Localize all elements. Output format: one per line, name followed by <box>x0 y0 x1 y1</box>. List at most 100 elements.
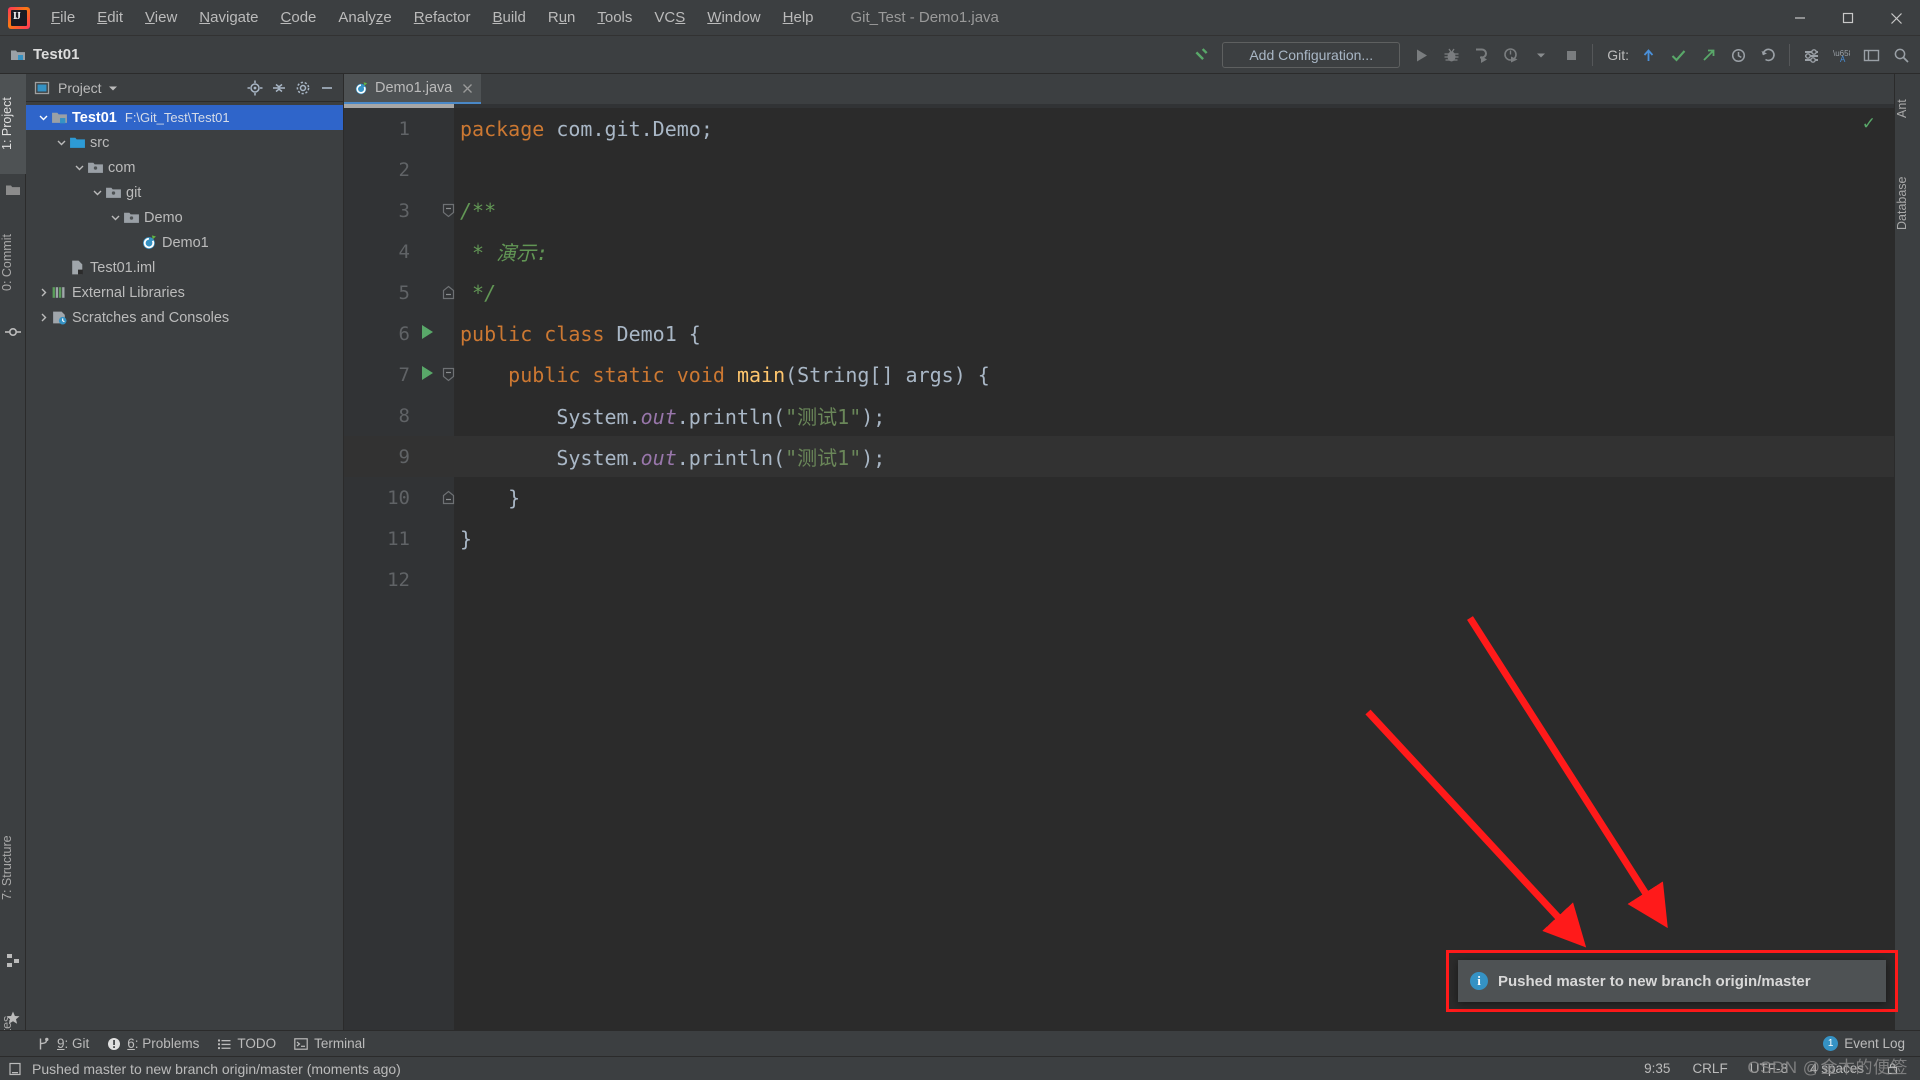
chevron-down-icon[interactable] <box>90 187 104 198</box>
tree-node-scratches-and-consoles[interactable]: Scratches and Consoles <box>26 305 343 330</box>
fold-collapse-icon[interactable] <box>442 367 455 382</box>
line-number: 8 <box>398 404 410 427</box>
code-text: public static void main(String[] args) { <box>508 362 990 387</box>
tab-demo1-java[interactable]: Demo1.java <box>344 74 482 104</box>
code-line[interactable]: 8 System.out.println("测试1"); <box>344 395 1894 436</box>
sidebar-item-project[interactable]: 1: Project <box>0 74 26 174</box>
tree-node-test01[interactable]: Test01 F:\Git_Test\Test01 <box>26 105 343 130</box>
inspection-status-ok[interactable]: ✓ <box>1862 114 1876 134</box>
hammer-icon[interactable] <box>1186 40 1216 70</box>
chevron-right-icon[interactable] <box>36 312 50 323</box>
update-project-icon[interactable] <box>1633 40 1663 70</box>
chevron-down-icon[interactable] <box>1526 40 1556 70</box>
tree-node-com[interactable]: com <box>26 155 343 180</box>
debug-icon[interactable] <box>1436 40 1466 70</box>
code-line[interactable]: 7 public static void main(String[] args)… <box>344 354 1894 395</box>
tree-node-demo1[interactable]: Demo1 <box>26 230 343 255</box>
chevron-down-icon[interactable] <box>72 162 86 173</box>
status-message[interactable]: Pushed master to new branch origin/maste… <box>32 1061 401 1077</box>
chevron-down-icon[interactable] <box>108 212 122 223</box>
menu-item-edit[interactable]: Edit <box>86 0 134 36</box>
stop-icon[interactable] <box>1556 40 1586 70</box>
event-log-button[interactable]: 1 Event Log <box>1814 1036 1914 1051</box>
code-line[interactable]: 3 /** <box>344 190 1894 231</box>
code-line[interactable]: 5 */ <box>344 272 1894 313</box>
chevron-down-icon[interactable] <box>36 112 50 123</box>
tool-window-todo[interactable]: TODO <box>208 1031 285 1057</box>
translate-icon[interactable]: \u6587 A <box>1826 40 1856 70</box>
minimize-button[interactable] <box>1776 0 1824 36</box>
run-icon[interactable] <box>1406 40 1436 70</box>
locate-icon[interactable] <box>243 76 267 100</box>
menu-item-run[interactable]: Run <box>537 0 587 36</box>
gutter-marks <box>416 477 455 518</box>
code-editor[interactable]: 1 package com.git.Demo; 2 3/** 4 * 演示: 5 */6 p… <box>344 104 1894 1032</box>
tool-window-git[interactable]: 9: Git <box>28 1031 98 1057</box>
menu-item-build[interactable]: Build <box>481 0 536 36</box>
menu-item-view[interactable]: View <box>134 0 188 36</box>
sidebar-item-commit[interactable]: 0: Commit <box>0 214 26 312</box>
code-line[interactable]: 9 System.out.println("测试1"); <box>344 436 1894 477</box>
status-line-separator[interactable]: CRLF <box>1681 1061 1738 1076</box>
code-line[interactable]: 1 package com.git.Demo; <box>344 108 1894 149</box>
chevron-right-icon[interactable] <box>36 287 50 298</box>
tree-node-demo[interactable]: Demo <box>26 205 343 230</box>
package-icon <box>122 209 140 226</box>
tree-node-external-libraries[interactable]: External Libraries <box>26 280 343 305</box>
close-icon[interactable] <box>462 83 473 94</box>
hide-panel-icon[interactable] <box>315 76 339 100</box>
search-icon[interactable] <box>1886 40 1916 70</box>
menu-item-analyze[interactable]: Analyze <box>327 0 402 36</box>
history-icon[interactable] <box>1723 40 1753 70</box>
fold-end-icon[interactable] <box>442 285 455 300</box>
tree-node-label: Test01 <box>72 109 117 126</box>
close-button[interactable] <box>1872 0 1920 36</box>
gear-icon[interactable] <box>291 76 315 100</box>
memory-icon[interactable] <box>8 1062 22 1076</box>
code-line[interactable]: 12 <box>344 559 1894 600</box>
settings-icon[interactable] <box>1796 40 1826 70</box>
notification-balloon[interactable]: i Pushed master to new branch origin/mas… <box>1458 960 1886 1002</box>
tree-node-src[interactable]: src <box>26 130 343 155</box>
commit-icon[interactable] <box>1663 40 1693 70</box>
menu-item-file[interactable]: File <box>40 0 86 36</box>
code-line[interactable]: 2 <box>344 149 1894 190</box>
run-gutter-icon[interactable] <box>422 325 433 339</box>
collapse-all-icon[interactable] <box>267 76 291 100</box>
menu-item-tools[interactable]: Tools <box>586 0 643 36</box>
rollback-icon[interactable] <box>1753 40 1783 70</box>
menu-item-vcs[interactable]: VCS <box>643 0 696 36</box>
tree-node-git[interactable]: git <box>26 180 343 205</box>
chevron-down-icon[interactable] <box>108 83 118 93</box>
run-gutter-icon[interactable] <box>422 366 433 380</box>
menu-item-code[interactable]: Code <box>270 0 328 36</box>
maximize-button[interactable] <box>1824 0 1872 36</box>
layout-icon[interactable] <box>1856 40 1886 70</box>
menu-item-window[interactable]: Window <box>696 0 771 36</box>
tool-window-problems[interactable]: 6: Problems <box>98 1031 208 1057</box>
run-coverage-icon[interactable] <box>1466 40 1496 70</box>
menu-item-navigate[interactable]: Navigate <box>188 0 269 36</box>
profiler-icon[interactable] <box>1496 40 1526 70</box>
tree-node-label: Demo <box>144 209 183 226</box>
code-line[interactable]: 6 public class Demo1 { <box>344 313 1894 354</box>
sidebar-item-ant[interactable]: Ant <box>1895 80 1920 138</box>
fold-collapse-icon[interactable] <box>442 203 455 218</box>
code-line[interactable]: 11} <box>344 518 1894 559</box>
menu-item-refactor[interactable]: Refactor <box>403 0 482 36</box>
code-line[interactable]: 4 * 演示: <box>344 231 1894 272</box>
push-icon[interactable] <box>1693 40 1723 70</box>
project-breadcrumb[interactable]: Test01 <box>10 46 79 63</box>
tree-node-test01-iml[interactable]: Test01.iml <box>26 255 343 280</box>
status-time[interactable]: 9:35 <box>1633 1061 1681 1076</box>
chevron-down-icon[interactable] <box>54 137 68 148</box>
tool-window-problems-label: 6: Problems <box>127 1036 200 1051</box>
tool-window-terminal[interactable]: Terminal <box>285 1031 374 1057</box>
fold-end-icon[interactable] <box>442 490 455 505</box>
sidebar-item-structure[interactable]: 7: Structure <box>0 809 26 927</box>
menu-item-help[interactable]: Help <box>772 0 825 36</box>
event-log-label: Event Log <box>1844 1036 1905 1051</box>
sidebar-item-database[interactable]: Database <box>1895 154 1920 252</box>
add-configuration-button[interactable]: Add Configuration... <box>1222 42 1401 68</box>
code-line[interactable]: 10 } <box>344 477 1894 518</box>
